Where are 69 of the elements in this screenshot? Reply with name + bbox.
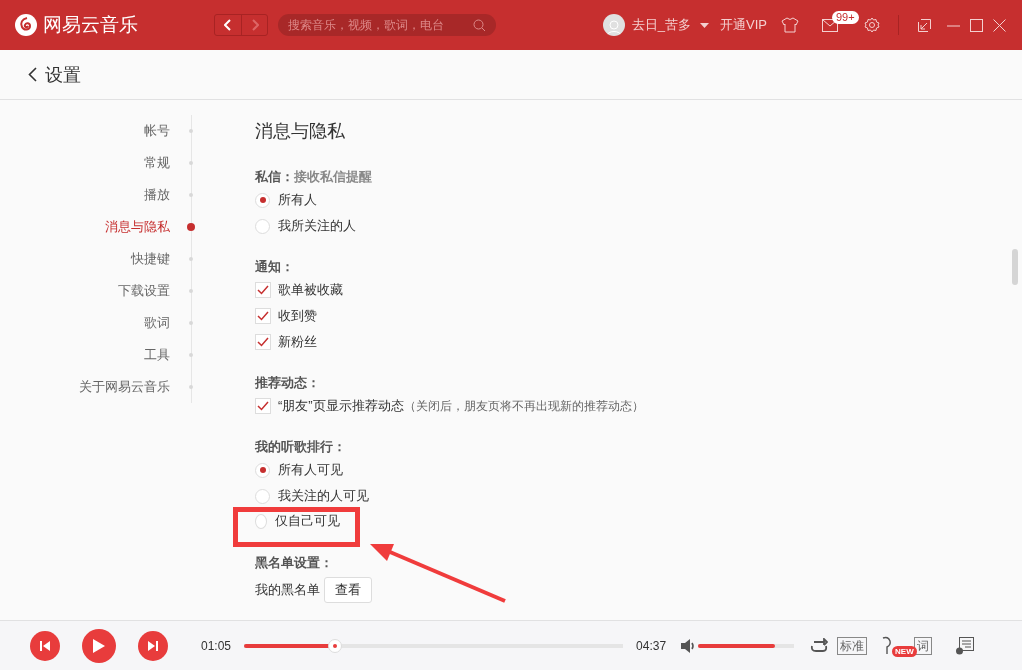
option-label: “朋友”页显示推荐动态 [278,397,404,415]
radio-button[interactable] [255,218,270,234]
scrollbar-thumb[interactable] [1012,249,1018,285]
radio-button[interactable] [255,192,270,208]
logo-icon [15,14,37,36]
group-heading: 通知： [255,258,294,276]
back-icon[interactable] [28,67,37,82]
nav-item[interactable]: 关于网易云音乐 [79,378,170,396]
checkbox[interactable] [255,398,271,414]
search-icon[interactable] [473,18,486,32]
search-field[interactable]: 搜索音乐，视频，歌词，电台 [278,14,496,36]
radio-button[interactable] [255,462,270,478]
option-label: 新粉丝 [278,333,317,351]
settings-icon[interactable] [864,17,880,33]
play-icon[interactable] [93,638,105,653]
group-heading: 推荐动态： [255,374,320,392]
option-note: （关闭后，朋友页将不再出现新的推荐动态） [403,397,644,415]
option-label: 收到赞 [278,307,317,325]
group-heading: 我的听歌排行： [255,438,346,456]
group-hint: 接收私信提醒 [294,168,372,186]
nav-item[interactable]: 播放 [144,186,170,204]
section-title: 消息与隐私 [255,120,346,142]
group-heading: 黑名单设置： [255,554,333,572]
close-icon[interactable] [993,18,1006,32]
shirt-icon[interactable] [781,17,799,33]
previous-button[interactable] [30,630,60,661]
user-avatar[interactable] [602,14,625,36]
checkbox[interactable] [255,334,271,350]
nav-item[interactable]: 常规 [144,154,170,172]
new-badge: NEW [892,645,917,657]
nav-item[interactable]: 消息与隐私 [105,218,170,236]
option-label: 我的黑名单 [255,581,320,599]
nav-item[interactable]: 歌词 [144,314,170,332]
next-icon[interactable] [148,640,158,651]
option-label: 所有人 [278,191,317,209]
progress-handle[interactable] [328,638,342,653]
previous-icon[interactable] [40,640,50,651]
nav-item[interactable]: 快捷键 [131,250,170,268]
play-button[interactable] [82,628,116,663]
user-name[interactable]: 去日_苦多 [631,16,692,34]
option-label: 歌单被收藏 [278,281,343,299]
lyrics-button[interactable]: 词 [914,636,933,655]
option-label: 仅自己可见 [275,512,340,530]
quality-button[interactable]: 标准 [837,636,868,655]
view-button[interactable]: 查看 [324,577,372,603]
app-name: 网易云音乐 [43,13,139,37]
nav-item[interactable]: 帐号 [144,122,170,140]
radio-button[interactable] [255,488,270,504]
radio-button[interactable] [255,513,267,529]
nav-item[interactable]: 下载设置 [118,282,170,300]
vip-link[interactable]: 开通VIP [720,16,767,34]
option-label: 我所关注的人 [278,217,356,235]
checkbox[interactable] [255,282,271,298]
option-label: 我关注的人可见 [278,487,369,505]
mini-mode-icon[interactable] [918,18,931,32]
playlist-icon[interactable] [956,636,975,655]
option-label: 所有人可见 [278,461,343,479]
page-title: 设置 [45,63,81,87]
next-button[interactable] [138,630,168,661]
maximize-icon[interactable] [970,18,983,32]
nav-item[interactable]: 工具 [144,346,170,364]
notification-badge: 99+ [832,10,859,24]
checkbox[interactable] [255,308,271,324]
elapsed-time: 01:05 [201,638,232,653]
chevron-left-icon[interactable] [224,19,232,31]
caret-icon[interactable] [700,22,710,28]
group-heading: 私信： [255,168,294,186]
duration-time: 04:37 [636,638,667,653]
repeat-icon[interactable] [810,637,829,654]
